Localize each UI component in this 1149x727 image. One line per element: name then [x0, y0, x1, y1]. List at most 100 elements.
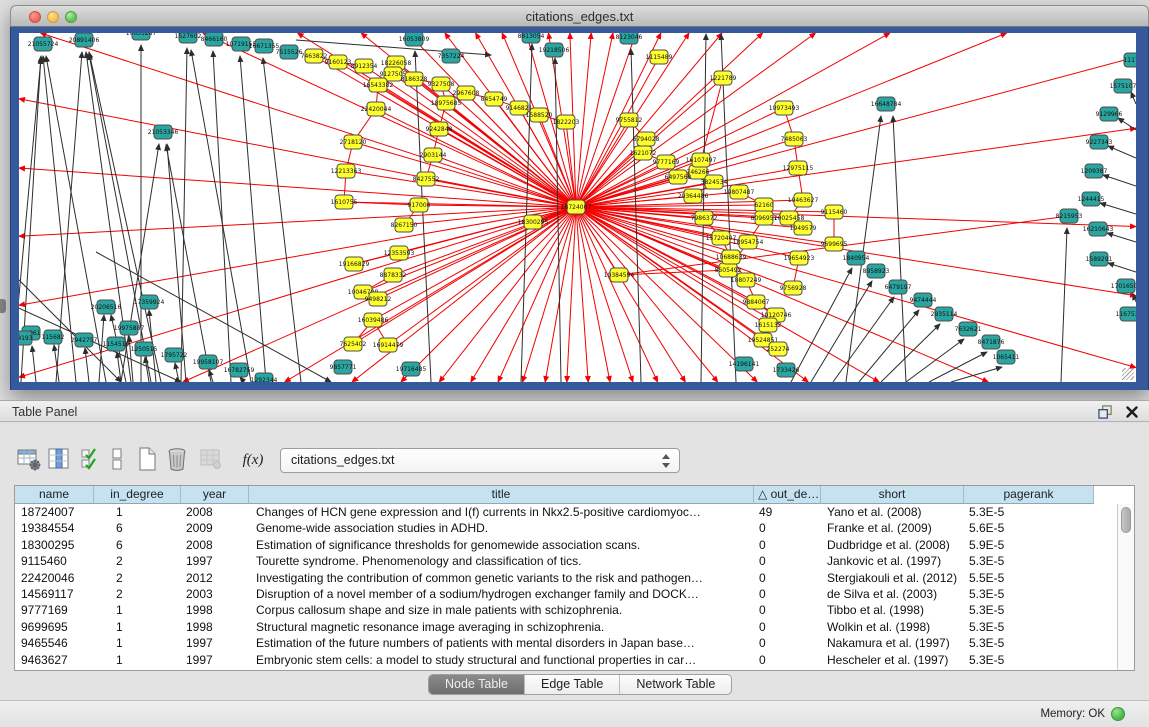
graph-node[interactable]: 1065411 [993, 350, 1020, 364]
graph-node[interactable]: 19218506 [539, 43, 570, 57]
graph-node[interactable]: 19463627 [788, 193, 819, 207]
column-header-in_degree[interactable]: in_degree [94, 486, 181, 504]
graph-node[interactable]: 9327508 [428, 77, 455, 91]
graph-node[interactable]: 1167534 [1116, 307, 1136, 321]
graph-node[interactable]: 1610755 [331, 195, 358, 209]
table-row[interactable]: 911546021997Tourette syndrome. Phenomeno… [15, 553, 1118, 569]
graph-node[interactable]: 8912354 [351, 59, 378, 73]
graph-node[interactable]: 9160123 [325, 55, 352, 69]
graph-node[interactable]: 9884067 [743, 295, 770, 309]
select-column-button[interactable] [44, 444, 74, 476]
function-builder-button[interactable]: f(x) [236, 444, 270, 476]
graph-node[interactable]: 20891406 [69, 33, 100, 47]
column-header-out_de[interactable]: △ out_de… [754, 486, 821, 504]
graph-node[interactable]: 8215953 [1056, 209, 1083, 223]
column-header-pagerank[interactable]: pagerank [964, 486, 1094, 504]
graph-node[interactable]: 9115460 [821, 205, 848, 219]
tab-network-table[interactable]: Network Table [620, 675, 731, 694]
graph-node[interactable]: 3824534 [701, 175, 728, 189]
citation-graph[interactable]: 21055724 20891406 10655287 15276028466160 10… [19, 33, 1136, 382]
graph-node[interactable]: 62160 [754, 198, 773, 212]
graph-node[interactable]: 1621072 [630, 146, 657, 160]
graph-node[interactable]: 8958923 [863, 264, 890, 278]
graph-node[interactable]: 9474444 [910, 293, 937, 307]
graph-node[interactable]: 16914479 [373, 338, 404, 352]
graph-node[interactable]: 7632621 [955, 322, 982, 336]
graph-node[interactable]: 1575107 [1110, 79, 1136, 93]
graph-node[interactable]: 115682 [42, 330, 65, 344]
graph-node[interactable]: 7515526 [276, 45, 303, 59]
graph-node[interactable]: 1527602 [175, 33, 202, 43]
graph-node[interactable]: 1221789 [710, 71, 737, 85]
graph-node[interactable]: 16648784 [871, 97, 902, 111]
graph-node[interactable]: 10655287 [126, 33, 157, 40]
graph-node[interactable]: 1589291 [1086, 252, 1113, 266]
graph-node[interactable]: 21053346 [148, 125, 179, 139]
graph-node[interactable]: 21055724 [28, 37, 59, 51]
graph-node[interactable]: 2935114 [931, 307, 958, 321]
graph-node[interactable]: 8267150 [391, 218, 418, 232]
table-row[interactable]: 969969511998Structural magnetic resonanc… [15, 619, 1118, 635]
graph-node[interactable]: 7986372 [691, 211, 718, 225]
table-row[interactable]: 1872400712008Changes of HCN gene express… [15, 504, 1118, 520]
graph-node[interactable]: 9227343 [1086, 135, 1113, 149]
graph-node[interactable]: 11174 [1123, 53, 1136, 67]
table-settings-button[interactable] [14, 444, 44, 476]
graph-node[interactable]: 1115489 [646, 50, 673, 64]
graph-node[interactable]: 6794028 [633, 132, 660, 146]
table-row[interactable]: 1830029562008Estimation of significance … [15, 537, 1118, 553]
new-table-button[interactable] [132, 444, 162, 476]
column-header-year[interactable]: year [181, 486, 249, 504]
network-canvas[interactable]: 21055724 20891406 10655287 15276028466160 10… [19, 33, 1136, 382]
tab-node-table[interactable]: Node Table [429, 675, 525, 694]
graph-node[interactable]: 1822203 [553, 115, 580, 129]
column-header-short[interactable]: short [821, 486, 964, 504]
graph-node[interactable]: 6479197 [885, 280, 912, 294]
graph-node[interactable]: 19166829 [339, 257, 370, 271]
table-row[interactable]: 977716911998Corpus callosum shape and si… [15, 602, 1118, 618]
graph-node[interactable]: 17016504 [1111, 279, 1136, 293]
graph-node[interactable]: 1244415 [1078, 192, 1105, 206]
graph-node[interactable]: 8466160 [201, 33, 228, 46]
graph-node[interactable]: 7357224 [438, 49, 465, 63]
close-panel-icon[interactable] [1125, 405, 1139, 419]
graph-node[interactable]: 7485063 [781, 132, 808, 146]
table-row[interactable]: 2242004622012Investigating the contribut… [15, 570, 1118, 586]
column-header-name[interactable]: name [15, 486, 94, 504]
graph-node[interactable]: 1733426 [773, 363, 800, 377]
graph-node[interactable]: 9857771 [330, 360, 357, 374]
graph-node[interactable]: 16053809 [399, 33, 430, 46]
graph-node[interactable]: 12213363 [331, 164, 362, 178]
graph-node[interactable]: 8454749 [481, 92, 508, 106]
graph-node[interactable]: 9755812 [616, 113, 643, 127]
table-selector-dropdown[interactable]: citations_edges.txt [280, 448, 680, 473]
column-header-title[interactable]: title [249, 486, 754, 504]
table-row[interactable]: 1456911722003Disruption of a novel membe… [15, 586, 1118, 602]
float-panel-icon[interactable] [1098, 405, 1113, 419]
table-row[interactable]: 1938455462009Genome-wide association stu… [15, 520, 1118, 536]
tab-edge-table[interactable]: Edge Table [525, 675, 620, 694]
graph-node[interactable]: 18954754 [733, 235, 764, 249]
graph-node[interactable]: 8471876 [978, 335, 1005, 349]
graph-node[interactable]: 1292344 [251, 373, 278, 382]
graph-node[interactable]: 12975115 [783, 161, 814, 175]
graph-node[interactable]: 19716485 [396, 362, 427, 376]
graph-node[interactable]: 8123046 [616, 33, 643, 44]
graph-node[interactable]: 2718120 [340, 135, 367, 149]
graph-node[interactable]: 2942757 [71, 333, 98, 347]
graph-node[interactable]: 1209387 [1081, 164, 1108, 178]
scrollbar-thumb[interactable] [1121, 507, 1131, 533]
table-row[interactable]: 946554611997Estimation of the future num… [15, 635, 1118, 651]
graph-node[interactable]: 10384594 [604, 268, 635, 282]
graph-node[interactable]: 917006 [408, 198, 431, 212]
graph-node[interactable]: 8813054 [518, 33, 545, 43]
select-rows-button[interactable] [78, 444, 102, 476]
graph-node[interactable]: 8427552 [413, 172, 440, 186]
table-row[interactable]: 946362711997Embryonic stem cells: a mode… [15, 652, 1118, 668]
graph-node[interactable]: 252274 [767, 342, 790, 356]
graph-node[interactable]: 1949579 [790, 221, 817, 235]
graph-node[interactable]: 7625402 [340, 337, 367, 351]
window-titlebar[interactable]: citations_edges.txt [10, 5, 1149, 27]
row-height-button[interactable] [106, 444, 128, 476]
graph-node[interactable]: 8096957 [751, 211, 778, 225]
